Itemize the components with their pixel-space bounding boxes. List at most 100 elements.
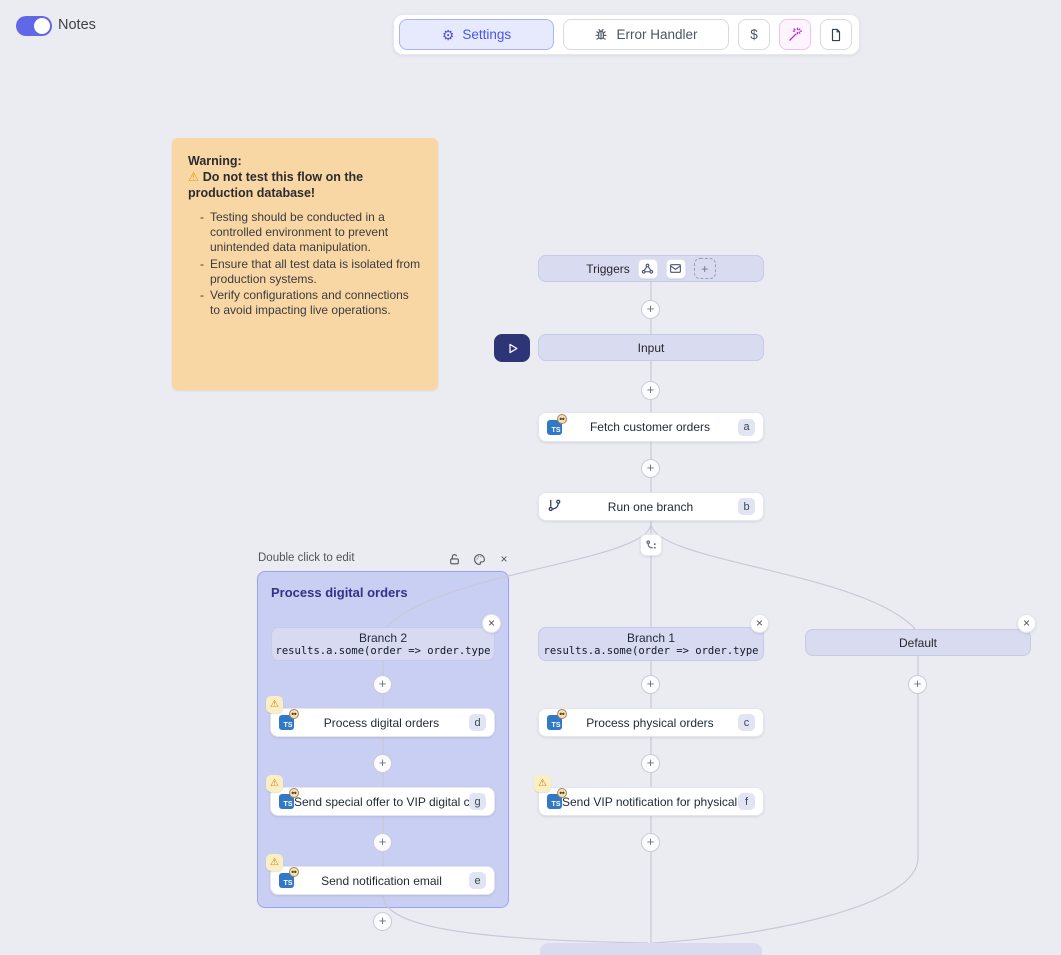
step-node-a[interactable]: TS Fetch customer orders a bbox=[538, 412, 764, 442]
insert-step-button[interactable]: + bbox=[908, 675, 927, 694]
insert-step-button[interactable]: + bbox=[641, 300, 660, 319]
triggers-label: Triggers bbox=[586, 262, 630, 276]
dollar-icon: $ bbox=[750, 27, 758, 42]
error-handler-button[interactable]: Error Handler bbox=[563, 19, 729, 50]
step-label: Send notification email bbox=[294, 874, 469, 888]
merge-node-partial[interactable] bbox=[540, 943, 762, 955]
branch1-label: Branch 1 bbox=[627, 631, 675, 645]
step-node-c[interactable]: TS Process physical orders c bbox=[538, 708, 764, 737]
branch2-node[interactable]: Branch 2 results.a.some(order => order.t… bbox=[271, 627, 495, 661]
insert-step-button[interactable]: + bbox=[641, 381, 660, 400]
sticky-note[interactable]: Warning: ⚠ Do not test this flow on the … bbox=[172, 138, 438, 390]
toggle-knob bbox=[34, 18, 50, 34]
typescript-icon: TS bbox=[279, 794, 294, 809]
step-id-badge: f bbox=[738, 793, 755, 810]
step-label: Run one branch bbox=[563, 500, 738, 514]
magic-wand-icon bbox=[788, 27, 803, 42]
input-node[interactable]: Input bbox=[538, 334, 764, 361]
bun-runtime-icon bbox=[557, 414, 567, 424]
group-toolbar: × bbox=[447, 552, 511, 566]
insert-step-button[interactable]: + bbox=[373, 754, 392, 773]
step-node-d[interactable]: TS Process digital orders d bbox=[270, 708, 495, 737]
group-edit-hint: Double click to edit bbox=[258, 552, 355, 564]
branch-group-box[interactable] bbox=[257, 571, 509, 908]
bun-runtime-icon bbox=[557, 788, 567, 798]
flow-canvas[interactable]: Notes ⚙ Settings Error Handler $ War bbox=[0, 0, 1061, 947]
insert-step-button[interactable]: + bbox=[641, 754, 660, 773]
typescript-icon: TS bbox=[279, 715, 294, 730]
insert-step-button[interactable]: + bbox=[373, 675, 392, 694]
group-close-icon[interactable]: × bbox=[497, 552, 511, 566]
branch1-close-button[interactable]: × bbox=[750, 614, 769, 633]
insert-step-button[interactable]: + bbox=[641, 675, 660, 694]
input-node-label: Input bbox=[638, 341, 665, 355]
step-label: Process physical orders bbox=[562, 716, 738, 730]
ai-wand-button[interactable] bbox=[779, 19, 811, 50]
branch2-condition: results.a.some(order => order.type bbox=[276, 645, 491, 658]
notes-toggle-label: Notes bbox=[58, 17, 96, 33]
step-label: Process digital orders bbox=[294, 716, 469, 730]
group-title: Process digital orders bbox=[271, 585, 408, 600]
error-handler-button-label: Error Handler bbox=[616, 27, 697, 42]
step-id-badge: e bbox=[469, 872, 486, 889]
branch1-condition: results.a.some(order => order.type bbox=[544, 645, 759, 658]
settings-button-label: Settings bbox=[462, 27, 511, 42]
triggers-node[interactable]: Triggers + bbox=[538, 255, 764, 282]
bun-runtime-icon bbox=[289, 788, 299, 798]
palette-icon[interactable] bbox=[472, 552, 486, 566]
settings-button[interactable]: ⚙ Settings bbox=[399, 19, 554, 50]
note-bullet: -Testing should be conducted in a contro… bbox=[200, 210, 422, 255]
step-label: Fetch customer orders bbox=[562, 420, 738, 434]
branch2-label: Branch 2 bbox=[359, 631, 407, 645]
default-branch-close-button[interactable]: × bbox=[1017, 614, 1036, 633]
insert-step-button[interactable]: + bbox=[373, 912, 392, 931]
step-id-badge: d bbox=[469, 714, 486, 731]
step-node-f[interactable]: TS Send VIP notification for physical...… bbox=[538, 787, 764, 816]
step-node-g[interactable]: TS Send special offer to VIP digital c..… bbox=[270, 787, 495, 816]
bun-runtime-icon bbox=[557, 709, 567, 719]
note-alert: ⚠ Do not test this flow on the productio… bbox=[188, 169, 422, 201]
email-trigger-icon[interactable] bbox=[666, 259, 686, 279]
note-title: Warning: bbox=[188, 153, 422, 169]
step-label: Send special offer to VIP digital c... bbox=[294, 795, 469, 809]
branch-split-icon[interactable] bbox=[640, 534, 662, 556]
gear-icon: ⚙ bbox=[442, 28, 455, 42]
typescript-icon: TS bbox=[279, 873, 294, 888]
note-bullet: -Ensure that all test data is isolated f… bbox=[200, 257, 422, 287]
step-warning-icon: ⚠ bbox=[266, 775, 283, 792]
document-icon bbox=[829, 28, 843, 42]
step-id-badge: a bbox=[738, 419, 755, 436]
cost-button[interactable]: $ bbox=[738, 19, 770, 50]
flow-toolbar: ⚙ Settings Error Handler $ bbox=[393, 14, 860, 55]
default-branch-node[interactable]: Default bbox=[805, 629, 1031, 656]
insert-step-button[interactable]: + bbox=[373, 833, 392, 852]
typescript-icon: TS bbox=[547, 715, 562, 730]
insert-step-button[interactable]: + bbox=[641, 833, 660, 852]
notes-toggle[interactable] bbox=[16, 16, 52, 36]
step-label: Send VIP notification for physical... bbox=[562, 795, 738, 809]
connector-wires bbox=[0, 0, 1061, 947]
step-id-badge: g bbox=[469, 793, 486, 810]
branch1-node[interactable]: Branch 1 results.a.some(order => order.t… bbox=[538, 627, 764, 661]
warning-icon: ⚠ bbox=[188, 170, 199, 184]
bun-runtime-icon bbox=[289, 867, 299, 877]
step-warning-icon: ⚠ bbox=[534, 775, 551, 792]
step-id-badge: b bbox=[738, 498, 755, 515]
step-node-e[interactable]: TS Send notification email e bbox=[270, 866, 495, 895]
branch2-close-button[interactable]: × bbox=[482, 614, 501, 633]
add-trigger-button[interactable]: + bbox=[694, 258, 716, 279]
step-node-b[interactable]: Run one branch b bbox=[538, 492, 764, 521]
bun-runtime-icon bbox=[289, 709, 299, 719]
branch-one-icon bbox=[547, 498, 563, 516]
document-button[interactable] bbox=[820, 19, 852, 50]
default-branch-label: Default bbox=[899, 636, 937, 650]
typescript-icon: TS bbox=[547, 794, 562, 809]
run-flow-button[interactable] bbox=[494, 334, 530, 362]
step-id-badge: c bbox=[738, 714, 755, 731]
unlock-icon[interactable] bbox=[447, 552, 461, 566]
step-warning-icon: ⚠ bbox=[266, 696, 283, 713]
step-warning-icon: ⚠ bbox=[266, 854, 283, 871]
webhook-trigger-icon[interactable] bbox=[638, 259, 658, 279]
note-bullet: -Verify configurations and connections t… bbox=[200, 288, 422, 318]
insert-step-button[interactable]: + bbox=[641, 459, 660, 478]
